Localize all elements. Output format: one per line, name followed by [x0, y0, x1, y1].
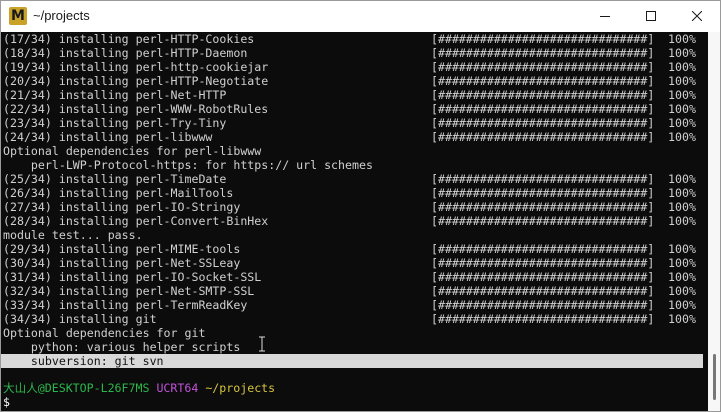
prompt-path: ~/projects	[205, 381, 276, 395]
progress-percent: 100%	[668, 298, 696, 312]
terminal-line: Optional dependencies for perl-libwww	[3, 144, 262, 158]
terminal-line: (31/34) installing perl-IO-Socket-SSL	[3, 270, 262, 284]
progress-bar: [##############################]	[431, 284, 655, 298]
progress-bar: [##############################]	[431, 214, 655, 228]
terminal-line: (28/34) installing perl-Convert-BinHex	[3, 214, 269, 228]
progress-percent: 100%	[668, 270, 696, 284]
progress-percent: 100%	[668, 242, 696, 256]
window-title: ~/projects	[33, 8, 90, 23]
progress-percent: 100%	[668, 256, 696, 270]
scrollbar-thumb[interactable]	[713, 354, 716, 400]
progress-percent: 100%	[668, 46, 696, 60]
text-cursor-icon	[259, 336, 265, 352]
terminal-line: (26/34) installing perl-MailTools	[3, 186, 234, 200]
command-input[interactable]: $	[3, 395, 10, 409]
progress-bar: [##############################]	[431, 60, 655, 74]
progress-bar: [##############################]	[431, 256, 655, 270]
app-icon-letter: M	[11, 8, 25, 24]
terminal-line: (17/34) installing perl-HTTP-Cookies	[3, 32, 255, 46]
terminal-line: Optional dependencies for git	[3, 326, 206, 340]
progress-bar: [##############################]	[431, 46, 655, 60]
progress-bar: [##############################]	[431, 270, 655, 284]
progress-percent: 100%	[668, 284, 696, 298]
terminal-line: (33/34) installing perl-TermReadKey	[3, 298, 248, 312]
progress-bar: [##############################]	[431, 102, 655, 116]
msys2-app-icon[interactable]: M	[9, 7, 27, 25]
progress-percent: 100%	[668, 60, 696, 74]
progress-bar: [##############################]	[431, 298, 655, 312]
progress-bar: [##############################]	[431, 88, 655, 102]
progress-bar: [##############################]	[431, 186, 655, 200]
progress-percent: 100%	[668, 172, 696, 186]
terminal-line: (30/34) installing perl-Net-SSLeay	[3, 256, 241, 270]
terminal-line: (29/34) installing perl-MIME-tools	[3, 242, 241, 256]
close-button[interactable]	[674, 1, 720, 32]
progress-bar: [##############################]	[431, 200, 655, 214]
progress-percent: 100%	[668, 130, 696, 144]
terminal-line: (23/34) installing perl-Try-Tiny	[3, 116, 227, 130]
maximize-icon	[646, 11, 656, 21]
progress-percent: 100%	[668, 200, 696, 214]
terminal-output[interactable]: subversion: git svn 大山人@DESKTOP-L26F7MS …	[1, 32, 708, 411]
minimize-icon	[600, 16, 610, 17]
terminal-line: (21/34) installing perl-Net-HTTP	[3, 88, 227, 102]
terminal-line: (25/34) installing perl-TimeDate	[3, 172, 227, 186]
terminal-line: subversion: git svn	[3, 354, 164, 368]
terminal-line: (27/34) installing perl-IO-Stringy	[3, 200, 241, 214]
prompt-environment: UCRT64	[156, 381, 199, 395]
terminal-line: module test... pass.	[3, 228, 143, 242]
progress-bar: [##############################]	[431, 32, 655, 46]
terminal-line: (18/34) installing perl-HTTP-Daemon	[3, 46, 248, 60]
progress-percent: 100%	[668, 102, 696, 116]
terminal-line: (20/34) installing perl-HTTP-Negotiate	[3, 74, 269, 88]
progress-percent: 100%	[668, 186, 696, 200]
minimize-button[interactable]	[582, 1, 628, 32]
progress-bar: [##############################]	[431, 172, 655, 186]
title-bar[interactable]: M ~/projects	[1, 1, 720, 32]
progress-percent: 100%	[668, 214, 696, 228]
close-icon	[692, 11, 702, 21]
terminal-line: (32/34) installing perl-Net-SMTP-SSL	[3, 284, 255, 298]
progress-percent: 100%	[668, 88, 696, 102]
progress-percent: 100%	[668, 32, 696, 46]
terminal-line: (24/34) installing perl-libwww	[3, 130, 213, 144]
terminal-line: (34/34) installing git	[3, 312, 157, 326]
progress-bar: [##############################]	[431, 242, 655, 256]
selected-line[interactable]: subversion: git svn	[1, 354, 703, 368]
maximize-button[interactable]	[628, 1, 674, 32]
terminal-window: M ~/projects subversion: git svn 大山人@DES…	[0, 0, 721, 412]
progress-bar: [##############################]	[431, 130, 655, 144]
shell-prompt: 大山人@DESKTOP-L26F7MS UCRT64 ~/projects	[3, 381, 275, 395]
terminal-line: (19/34) installing perl-http-cookiejar	[3, 60, 269, 74]
progress-bar: [##############################]	[431, 74, 655, 88]
terminal-line: python: various helper scripts	[3, 340, 241, 354]
progress-bar: [##############################]	[431, 116, 655, 130]
terminal-line: perl-LWP-Protocol-https: for https:// ur…	[3, 158, 373, 172]
progress-percent: 100%	[668, 312, 696, 326]
prompt-user-host: 大山人@DESKTOP-L26F7MS	[3, 381, 150, 395]
progress-bar: [##############################]	[431, 312, 655, 326]
vertical-scrollbar[interactable]	[708, 32, 720, 411]
progress-percent: 100%	[668, 74, 696, 88]
progress-percent: 100%	[668, 116, 696, 130]
terminal-line: (22/34) installing perl-WWW-RobotRules	[3, 102, 269, 116]
